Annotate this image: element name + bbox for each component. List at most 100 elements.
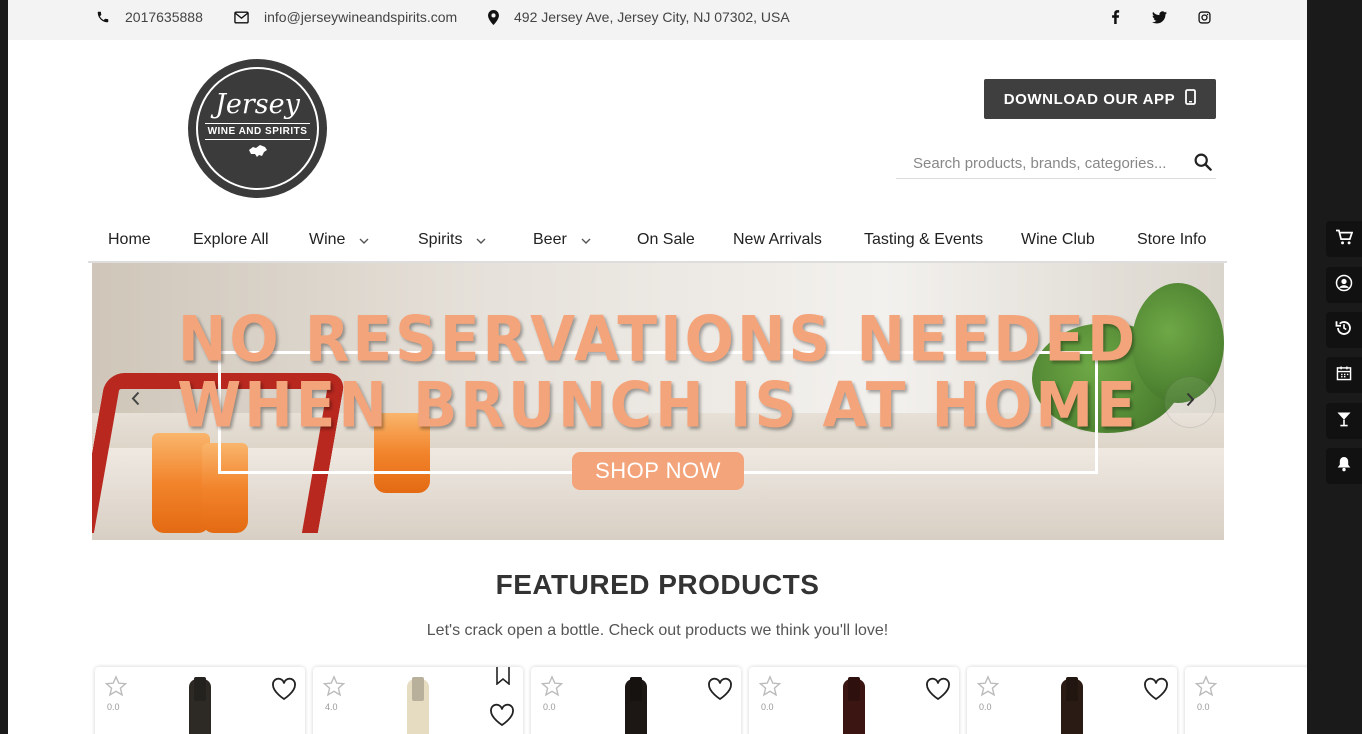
bell-icon bbox=[1337, 456, 1351, 477]
product-card[interactable]: 0.0 bbox=[95, 667, 305, 734]
search-bar bbox=[896, 146, 1216, 179]
address-text: 492 Jersey Ave, Jersey City, NJ 07302, U… bbox=[514, 9, 790, 25]
search-input[interactable] bbox=[911, 151, 1185, 175]
account-icon bbox=[1335, 274, 1353, 297]
heart-icon[interactable] bbox=[271, 677, 297, 706]
shop-now-button[interactable]: SHOP NOW bbox=[572, 452, 744, 490]
account-button[interactable] bbox=[1326, 267, 1362, 303]
email-text: info@jerseywineandspirits.com bbox=[264, 9, 458, 25]
nav-label: New Arrivals bbox=[733, 231, 822, 248]
logo-sub-text: WINE AND SPIRITS bbox=[204, 122, 311, 140]
product-card[interactable]: 4.0 bbox=[313, 667, 523, 734]
nav-label: Home bbox=[108, 231, 151, 248]
logo-map-icon bbox=[247, 144, 269, 163]
main-nav: Home Explore All Wine Spirits Beer On Sa… bbox=[88, 218, 1227, 263]
cart-icon bbox=[1335, 229, 1354, 250]
bookmark-icon[interactable] bbox=[495, 667, 511, 690]
search-icon[interactable] bbox=[1194, 153, 1212, 176]
nav-label: Spirits bbox=[418, 231, 463, 248]
nav-tasting-events[interactable]: Tasting & Events bbox=[864, 231, 983, 249]
twitter-icon[interactable] bbox=[1151, 9, 1167, 25]
product-card[interactable]: 0.0 bbox=[531, 667, 741, 734]
product-bottle-image[interactable] bbox=[1061, 679, 1083, 734]
calendar-icon bbox=[1336, 365, 1352, 386]
nav-explore-all[interactable]: Explore All bbox=[193, 231, 269, 249]
nav-label: Wine Club bbox=[1021, 231, 1095, 248]
download-app-label: DOWNLOAD OUR APP bbox=[1003, 90, 1176, 108]
notifications-button[interactable] bbox=[1326, 448, 1362, 484]
carousel-next-button[interactable] bbox=[1164, 376, 1216, 428]
nav-new-arrivals[interactable]: New Arrivals bbox=[733, 231, 822, 249]
product-rating: 0.0 bbox=[107, 702, 120, 712]
product-card[interactable]: 0.0 bbox=[749, 667, 959, 734]
email-link[interactable]: info@jerseywineandspirits.com bbox=[234, 0, 457, 34]
chevron-down-icon bbox=[476, 231, 486, 249]
product-rating: 0.0 bbox=[979, 702, 992, 712]
cocktail-icon bbox=[1336, 411, 1352, 432]
nav-beer[interactable]: Beer bbox=[533, 231, 591, 249]
phone-icon bbox=[96, 10, 110, 24]
nav-wine[interactable]: Wine bbox=[309, 231, 369, 249]
logo-script-text: Jersey bbox=[215, 88, 300, 120]
store-logo[interactable]: Jersey WINE AND SPIRITS bbox=[188, 59, 327, 198]
nav-home[interactable]: Home bbox=[108, 231, 151, 249]
nav-label: On Sale bbox=[637, 231, 695, 248]
nav-store-info[interactable]: Store Info bbox=[1137, 231, 1206, 249]
product-card[interactable]: 0.0 bbox=[967, 667, 1177, 734]
product-bottle-image[interactable] bbox=[407, 679, 429, 734]
star-icon[interactable] bbox=[1194, 675, 1218, 702]
product-bottle-image[interactable] bbox=[843, 679, 865, 734]
product-bottle-image[interactable] bbox=[625, 679, 647, 734]
phone-text: 2017635888 bbox=[125, 9, 203, 25]
product-rating: 4.0 bbox=[325, 702, 338, 712]
heart-icon[interactable] bbox=[1143, 677, 1169, 706]
chevron-down-icon bbox=[359, 231, 369, 249]
download-app-button[interactable]: DOWNLOAD OUR APP bbox=[984, 79, 1216, 119]
cocktail-button[interactable] bbox=[1326, 403, 1362, 439]
product-bottle-image[interactable] bbox=[189, 679, 211, 734]
star-icon[interactable] bbox=[758, 675, 782, 702]
chevron-left-icon bbox=[131, 391, 140, 411]
chevron-right-icon bbox=[1186, 392, 1195, 412]
star-icon[interactable] bbox=[540, 675, 564, 702]
hero-headline-line1: NO RESERVATIONS NEEDED bbox=[177, 302, 1139, 376]
star-icon[interactable] bbox=[322, 675, 346, 702]
nav-label: Store Info bbox=[1137, 231, 1207, 248]
heart-icon[interactable] bbox=[707, 677, 733, 706]
cart-button[interactable] bbox=[1326, 221, 1362, 257]
facebook-icon[interactable] bbox=[1107, 9, 1123, 25]
product-rating: 0.0 bbox=[1197, 702, 1210, 712]
address-link[interactable]: 492 Jersey Ave, Jersey City, NJ 07302, U… bbox=[488, 0, 790, 34]
star-icon[interactable] bbox=[104, 675, 128, 702]
hero-banner[interactable]: NO RESERVATIONS NEEDED WHEN BRUNCH IS AT… bbox=[92, 263, 1224, 540]
heart-icon[interactable] bbox=[489, 703, 515, 732]
logo-ring: Jersey WINE AND SPIRITS bbox=[196, 67, 319, 190]
product-rating: 0.0 bbox=[543, 702, 556, 712]
hero-headline-line2: WHEN BRUNCH IS AT HOME bbox=[177, 368, 1139, 442]
featured-title: FEATURED PRODUCTS bbox=[495, 569, 820, 600]
nav-label: Wine bbox=[309, 231, 346, 248]
product-rating: 0.0 bbox=[761, 702, 774, 712]
star-icon[interactable] bbox=[976, 675, 1000, 702]
nav-label: Explore All bbox=[193, 231, 269, 248]
phone-link[interactable]: 2017635888 bbox=[96, 0, 203, 34]
mobile-phone-icon bbox=[1185, 89, 1197, 109]
location-pin-icon bbox=[488, 9, 499, 25]
history-icon bbox=[1335, 319, 1353, 342]
carousel-prev-button[interactable] bbox=[110, 376, 160, 426]
nav-on-sale[interactable]: On Sale bbox=[637, 231, 695, 249]
page: 2017635888 info@jerseywineandspirits.com… bbox=[8, 0, 1307, 734]
featured-subtitle: Let's crack open a bottle. Check out pro… bbox=[426, 622, 889, 639]
history-button[interactable] bbox=[1326, 312, 1362, 348]
nav-spirits[interactable]: Spirits bbox=[418, 231, 486, 249]
product-card[interactable]: 0.0 bbox=[1185, 667, 1307, 734]
calendar-button[interactable] bbox=[1326, 357, 1362, 393]
email-icon bbox=[234, 11, 249, 24]
nav-wine-club[interactable]: Wine Club bbox=[1021, 231, 1095, 249]
instagram-icon[interactable] bbox=[1196, 9, 1212, 25]
top-bar: 2017635888 info@jerseywineandspirits.com… bbox=[8, 0, 1307, 40]
chevron-down-icon bbox=[581, 231, 591, 249]
heart-icon[interactable] bbox=[925, 677, 951, 706]
nav-label: Beer bbox=[533, 231, 567, 248]
nav-label: Tasting & Events bbox=[864, 231, 984, 248]
